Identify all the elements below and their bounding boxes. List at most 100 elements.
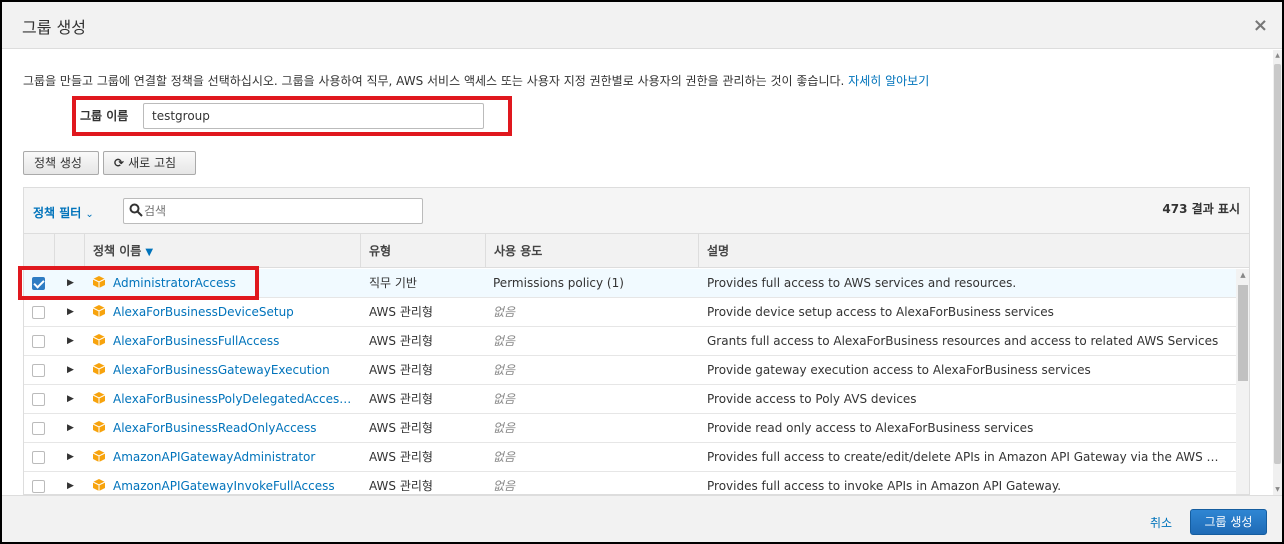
sort-descending-icon: ▼ [145,247,154,258]
policy-usage: 없음 [493,363,516,377]
expand-row-icon[interactable]: ▶ [67,327,74,356]
row-checkbox[interactable] [32,480,45,493]
policy-type: AWS 관리형 [369,421,433,435]
scroll-up-icon[interactable]: ▲ [1273,52,1282,59]
policy-description: Provide device setup access to AlexaForB… [707,305,1054,319]
table-row[interactable]: ▶ AlexaForBusinessReadOnlyAccess AWS 관리형 없음… [24,414,1236,443]
table-scrollbar[interactable]: ▲ [1236,269,1249,494]
expand-row-icon[interactable]: ▶ [67,385,74,414]
policy-usage: 없음 [493,421,516,435]
policy-package-icon [92,450,106,462]
cancel-button[interactable]: 취소 [1150,514,1172,531]
description-text: 그룹을 만들고 그룹에 연결할 정책을 선택하십시오. 그룹을 사용하여 직무,… [23,74,845,88]
create-policy-button[interactable]: 정책 생성 [23,151,99,175]
policy-type: AWS 관리형 [369,479,433,493]
expand-column-header [54,234,84,268]
row-checkbox[interactable] [32,364,45,377]
policy-type: AWS 관리형 [369,363,433,377]
dialog-scrollbar[interactable]: ▲ ▼ [1273,50,1282,495]
table-row[interactable]: ▶ AmazonAPIGatewayAdministrator AWS 관리형 없음 P… [24,443,1236,472]
policy-type: AWS 관리형 [369,392,433,406]
policy-table-panel: 정책 필터⌄ 473 결과 표시 정책 이름▼ 유형 사용 용도 설명 ▶ Adm… [23,187,1250,495]
policy-usage: 없음 [493,479,516,493]
table-scrollbar-thumb[interactable] [1238,285,1248,381]
row-checkbox[interactable] [32,306,45,319]
policy-description: Grants full access to AlexaForBusiness r… [707,334,1219,348]
column-header-usage[interactable]: 사용 용도 [485,234,698,268]
policy-filter-dropdown[interactable]: 정책 필터 ⌄ [33,204,94,221]
policy-package-icon [92,334,106,346]
scroll-down-icon[interactable]: ▼ [1273,486,1282,493]
results-count: 473 결과 표시 [1162,202,1240,216]
policy-name-link[interactable]: AlexaForBusinessFullAccess [113,327,353,356]
column-header-type[interactable]: 유형 [360,234,485,268]
row-checkbox[interactable] [32,393,45,406]
search-icon [129,203,143,217]
policy-name-link[interactable]: AlexaForBusinessPolyDelegatedAccessP... [113,385,353,414]
policy-name-link[interactable]: AlexaForBusinessDeviceSetup [113,298,353,327]
table-row[interactable]: ▶ AmazonAPIGatewayInvokeFullAccess AWS 관리형… [24,472,1236,494]
row-checkbox[interactable] [32,422,45,435]
group-name-input[interactable] [143,103,484,129]
expand-row-icon[interactable]: ▶ [67,443,74,472]
policy-name-link[interactable]: AlexaForBusinessGatewayExecution [113,356,353,385]
chevron-down-icon: ⌄ [85,209,94,220]
policy-package-icon [92,363,106,375]
policy-type: AWS 관리형 [369,450,433,464]
table-scroll-up-icon[interactable]: ▲ [1236,271,1249,279]
policy-name-link[interactable]: AdministratorAccess [113,269,353,298]
policy-usage: 없음 [493,450,516,464]
dialog-scrollbar-thumb[interactable] [1274,64,1281,464]
policy-type: AWS 관리형 [369,305,433,319]
policy-package-icon [92,392,106,404]
policy-name-link[interactable]: AmazonAPIGatewayAdministrator [113,443,353,472]
policy-description: Provides full access to AWS services and… [707,276,1017,290]
create-group-button[interactable]: 그룹 생성 [1190,509,1267,535]
learn-more-link[interactable]: 자세히 알아보기 [848,74,929,88]
policy-filter-label: 정책 필터 [33,206,82,220]
policy-usage: 없음 [493,305,516,319]
policy-type: AWS 관리형 [369,334,433,348]
row-checkbox[interactable] [32,451,45,464]
policy-table-body: ▶ AdministratorAccess 직무 기반 Permissions pol… [24,269,1236,494]
policy-description: Provide access to Poly AVS devices [707,392,917,406]
row-checkbox[interactable] [32,335,45,348]
policy-description: Provides full access to invoke APIs in A… [707,479,1062,493]
create-group-dialog: 그룹 생성 × ▲ ▼ 그룹을 만들고 그룹에 연결할 정책을 선택하십시오. … [0,0,1284,544]
table-row[interactable]: ▶ AlexaForBusinessFullAccess AWS 관리형 없음 Gran… [24,327,1236,356]
expand-row-icon[interactable]: ▶ [67,298,74,327]
policy-search-input[interactable] [144,202,414,220]
dialog-header: 그룹 생성 × [2,2,1282,49]
expand-row-icon[interactable]: ▶ [67,269,74,298]
row-checkbox[interactable] [32,277,45,290]
dialog-title: 그룹 생성 [22,18,86,37]
policy-description: Provides full access to create/edit/dele… [707,450,1227,464]
close-icon[interactable]: × [1253,15,1268,36]
policy-description: Provide gateway execution access to Alex… [707,363,1091,377]
table-row[interactable]: ▶ AlexaForBusinessDeviceSetup AWS 관리형 없음 Pro… [24,298,1236,327]
policy-usage: 없음 [493,392,516,406]
policy-type: 직무 기반 [369,276,417,290]
refresh-label: 새로 고침 [128,156,177,170]
policy-name-link[interactable]: AlexaForBusinessReadOnlyAccess [113,414,353,443]
table-row[interactable]: ▶ AlexaForBusinessPolyDelegatedAccessP...… [24,385,1236,414]
refresh-icon: ⟳ [114,156,125,170]
refresh-button[interactable]: ⟳ 새로 고침 [103,151,196,175]
dialog-description: 그룹을 만들고 그룹에 연결할 정책을 선택하십시오. 그룹을 사용하여 직무,… [23,72,929,89]
policy-package-icon [92,276,106,288]
policy-name-link[interactable]: AmazonAPIGatewayInvokeFullAccess [113,472,353,494]
expand-row-icon[interactable]: ▶ [67,414,74,443]
group-name-label: 그룹 이름 [80,109,129,123]
table-row[interactable]: ▶ AdministratorAccess 직무 기반 Permissions pol… [24,269,1236,298]
expand-row-icon[interactable]: ▶ [67,356,74,385]
column-header-name[interactable]: 정책 이름 ▼ [84,234,360,268]
column-header-description[interactable]: 설명 [698,234,1249,268]
policy-package-icon [92,305,106,317]
policy-package-icon [92,479,106,491]
policy-usage: Permissions policy (1) [493,276,624,290]
policy-search-box[interactable] [123,198,423,224]
table-row[interactable]: ▶ AlexaForBusinessGatewayExecution AWS 관리형… [24,356,1236,385]
expand-row-icon[interactable]: ▶ [67,472,74,494]
table-header: 정책 이름 ▼ 유형 사용 용도 설명 [24,234,1249,268]
dialog-footer: 취소 그룹 생성 [2,495,1282,542]
